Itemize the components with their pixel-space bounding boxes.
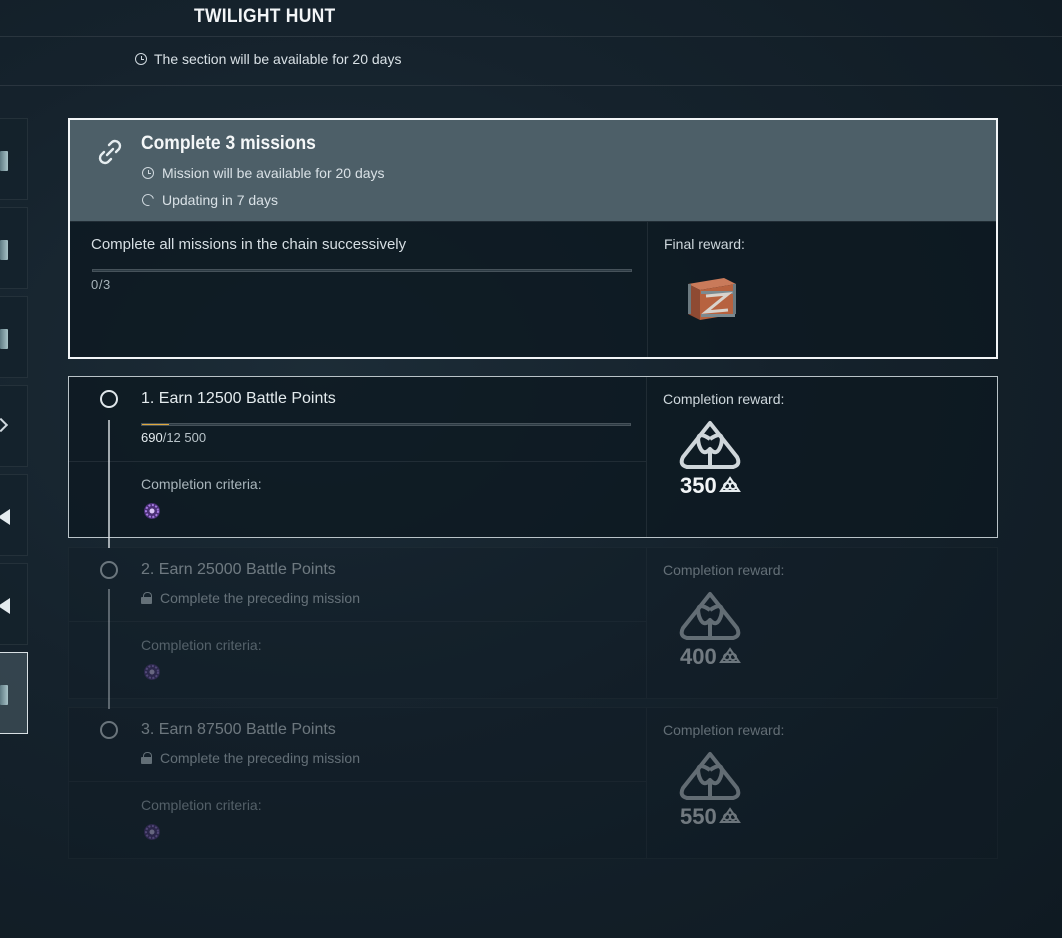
crate-thumbnail-icon bbox=[0, 685, 8, 705]
chain-title: Complete 3 missions bbox=[141, 133, 316, 154]
chain-progress-count: 0/3 bbox=[91, 277, 111, 292]
reward-amount: 350 bbox=[680, 473, 741, 499]
star-icon bbox=[0, 598, 10, 614]
lock-icon bbox=[141, 752, 152, 764]
side-tab-1[interactable] bbox=[0, 118, 28, 200]
reward-amount-value: 400 bbox=[680, 644, 717, 669]
mission-status-circle bbox=[100, 721, 118, 739]
mission-lock-notice: Complete the preceding mission bbox=[141, 750, 360, 766]
mission-divider bbox=[69, 621, 646, 622]
coal-currency-icon bbox=[718, 807, 741, 823]
lock-text: Complete the preceding mission bbox=[160, 750, 360, 766]
mission-progress-bar bbox=[141, 423, 631, 426]
progress-current: 690 bbox=[141, 430, 163, 445]
page-title: TWILIGHT HUNT bbox=[194, 6, 336, 27]
criteria-label: Completion criteria: bbox=[141, 797, 262, 813]
progress-total: /12 500 bbox=[162, 430, 207, 445]
purple-gear-icon[interactable] bbox=[143, 663, 161, 681]
mission-timer-text: Mission will be available for 20 days bbox=[162, 165, 385, 181]
lock-icon bbox=[141, 592, 152, 604]
mission-reward-section: Completion reward: 550 bbox=[646, 708, 998, 858]
mission-card-3[interactable]: 3. Earn 87500 Battle Points Complete the… bbox=[68, 707, 998, 859]
reward-amount: 550 bbox=[680, 804, 741, 830]
side-tab-4[interactable] bbox=[0, 385, 28, 467]
mission-progress-value: 690/12 500 bbox=[141, 430, 206, 445]
mission-card-2[interactable]: 2. Earn 25000 Battle Points Complete the… bbox=[68, 547, 998, 699]
reward-amount-value: 350 bbox=[680, 473, 717, 498]
mission-connector-line bbox=[108, 420, 110, 548]
purple-gear-icon[interactable] bbox=[143, 502, 161, 520]
chain-header: Complete 3 missions Mission will be avai… bbox=[70, 120, 996, 221]
crate-thumbnail-icon bbox=[0, 240, 8, 260]
crate-thumbnail-icon bbox=[0, 151, 8, 171]
chain-description: Complete all missions in the chain succe… bbox=[91, 236, 407, 253]
mission-divider bbox=[69, 781, 646, 782]
mission-reward-section: Completion reward: 350 bbox=[646, 377, 998, 537]
mission-status-circle bbox=[100, 390, 118, 408]
section-timer: The section will be available for 20 day… bbox=[135, 51, 401, 67]
side-tab-5[interactable] bbox=[0, 474, 28, 556]
mission-status-circle bbox=[100, 561, 118, 579]
header-bottom-divider bbox=[0, 85, 1062, 86]
mission-title: 2. Earn 25000 Battle Points bbox=[141, 561, 336, 578]
mission-divider bbox=[69, 461, 646, 462]
chain-progress-section: Complete all missions in the chain succe… bbox=[70, 221, 647, 357]
criteria-label: Completion criteria: bbox=[141, 637, 262, 653]
side-tab-6[interactable] bbox=[0, 563, 28, 645]
chevron-right-icon bbox=[0, 417, 9, 433]
link-icon bbox=[98, 139, 122, 165]
mission-connector-line bbox=[108, 589, 110, 709]
coal-currency-icon bbox=[718, 647, 741, 663]
reward-label: Completion reward: bbox=[663, 722, 785, 738]
clock-icon bbox=[142, 167, 154, 179]
criteria-label: Completion criteria: bbox=[141, 476, 262, 492]
page-header: TWILIGHT HUNT The section will be availa… bbox=[0, 0, 1062, 86]
mission-reward-section: Completion reward: 400 bbox=[646, 548, 998, 698]
update-timer-text: Updating in 7 days bbox=[162, 192, 278, 208]
header-divider bbox=[0, 36, 1062, 37]
final-reward-section: Final reward: bbox=[647, 221, 996, 357]
refresh-icon bbox=[139, 191, 157, 209]
clock-icon bbox=[135, 53, 147, 65]
chain-progress-bar bbox=[92, 269, 632, 272]
mission-progress-fill bbox=[142, 424, 169, 425]
crate-thumbnail-icon bbox=[0, 329, 8, 349]
mission-timer: Mission will be available for 20 days bbox=[142, 165, 385, 181]
reward-amount: 400 bbox=[680, 644, 741, 670]
side-tab-2[interactable] bbox=[0, 207, 28, 289]
star-icon bbox=[0, 509, 10, 525]
mission-chain-card[interactable]: Complete 3 missions Mission will be avai… bbox=[68, 118, 998, 359]
side-tab-7-active[interactable] bbox=[0, 652, 28, 734]
section-timer-text: The section will be available for 20 day… bbox=[154, 51, 402, 67]
coal-icon[interactable] bbox=[675, 750, 745, 810]
mission-card-1[interactable]: 1. Earn 12500 Battle Points 690/12 500 C… bbox=[68, 376, 998, 538]
update-timer: Updating in 7 days bbox=[139, 191, 278, 209]
crate-icon[interactable] bbox=[684, 272, 738, 322]
coal-icon[interactable] bbox=[675, 419, 745, 479]
mission-lock-notice: Complete the preceding mission bbox=[141, 590, 360, 606]
reward-label: Completion reward: bbox=[663, 391, 785, 407]
purple-gear-icon[interactable] bbox=[143, 823, 161, 841]
mission-title: 3. Earn 87500 Battle Points bbox=[141, 721, 336, 738]
reward-label: Completion reward: bbox=[663, 562, 785, 578]
mission-title: 1. Earn 12500 Battle Points bbox=[141, 390, 336, 407]
coal-currency-icon bbox=[718, 476, 741, 492]
side-tab-3[interactable] bbox=[0, 296, 28, 378]
coal-icon[interactable] bbox=[675, 590, 745, 650]
lock-text: Complete the preceding mission bbox=[160, 590, 360, 606]
reward-amount-value: 550 bbox=[680, 804, 717, 829]
final-reward-label: Final reward: bbox=[664, 236, 745, 252]
